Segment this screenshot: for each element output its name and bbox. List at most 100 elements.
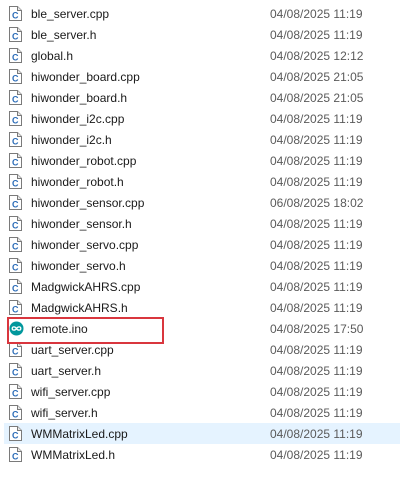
file-row[interactable]: C MadgwickAHRS.cpp 04/08/2025 11:19 — [4, 276, 400, 297]
c-source-file-icon: C — [9, 132, 22, 147]
file-name: global.h — [31, 49, 74, 63]
svg-text:C: C — [12, 31, 19, 41]
file-name: hiwonder_robot.h — [31, 175, 124, 189]
c-source-file-icon: C — [9, 384, 22, 399]
c-source-file-icon: C — [9, 426, 22, 441]
c-source-file-icon: C — [9, 48, 22, 63]
file-name: hiwonder_i2c.cpp — [31, 112, 125, 126]
file-row[interactable]: remote.ino 04/08/2025 17:50 — [4, 318, 400, 339]
file-modified-date: 04/08/2025 11:19 — [270, 406, 363, 420]
file-modified-date: 04/08/2025 11:19 — [270, 217, 363, 231]
c-source-file-icon: C — [9, 300, 22, 315]
svg-text:C: C — [12, 157, 19, 167]
file-modified-date: 04/08/2025 11:19 — [270, 112, 363, 126]
file-name: hiwonder_servo.h — [31, 259, 126, 273]
file-row[interactable]: C hiwonder_servo.cpp 04/08/2025 11:19 — [4, 234, 400, 255]
c-source-file-icon: C — [9, 195, 22, 210]
file-name: uart_server.h — [31, 364, 102, 378]
file-modified-date: 04/08/2025 11:19 — [270, 259, 363, 273]
file-modified-date: 04/08/2025 11:19 — [270, 7, 363, 21]
file-name: WMMatrixLed.cpp — [31, 427, 128, 441]
file-row[interactable]: C hiwonder_board.h 04/08/2025 21:05 — [4, 87, 400, 108]
file-name: uart_server.cpp — [31, 343, 114, 357]
file-row[interactable]: C hiwonder_i2c.cpp 04/08/2025 11:19 — [4, 108, 400, 129]
file-name: WMMatrixLed.h — [31, 448, 116, 462]
svg-text:C: C — [12, 10, 19, 20]
file-name: MadgwickAHRS.h — [31, 301, 128, 315]
svg-text:C: C — [12, 451, 19, 461]
svg-text:C: C — [12, 367, 19, 377]
file-row[interactable]: C MadgwickAHRS.h 04/08/2025 11:19 — [4, 297, 400, 318]
file-row[interactable]: C hiwonder_robot.cpp 04/08/2025 11:19 — [4, 150, 400, 171]
file-name: hiwonder_sensor.h — [31, 217, 132, 231]
c-source-file-icon: C — [9, 111, 22, 126]
file-row[interactable]: C ble_server.cpp 04/08/2025 11:19 — [4, 3, 400, 24]
svg-text:C: C — [12, 115, 19, 125]
svg-text:C: C — [12, 94, 19, 104]
file-row[interactable]: C uart_server.cpp 04/08/2025 11:19 — [4, 339, 400, 360]
c-source-file-icon: C — [9, 447, 22, 462]
file-row[interactable]: C hiwonder_board.cpp 04/08/2025 21:05 — [4, 66, 400, 87]
file-row[interactable]: C wifi_server.cpp 04/08/2025 11:19 — [4, 381, 400, 402]
c-source-file-icon: C — [9, 27, 22, 42]
file-modified-date: 04/08/2025 11:19 — [270, 301, 363, 315]
file-modified-date: 04/08/2025 11:19 — [270, 28, 363, 42]
svg-text:C: C — [12, 52, 19, 62]
file-row[interactable]: C wifi_server.h 04/08/2025 11:19 — [4, 402, 400, 423]
svg-text:C: C — [12, 220, 19, 230]
file-row[interactable]: C hiwonder_sensor.cpp 06/08/2025 18:02 — [4, 192, 400, 213]
file-modified-date: 04/08/2025 21:05 — [270, 70, 364, 84]
svg-text:C: C — [12, 178, 19, 188]
svg-text:C: C — [12, 199, 19, 209]
file-row[interactable]: C hiwonder_robot.h 04/08/2025 11:19 — [4, 171, 400, 192]
svg-text:C: C — [12, 346, 19, 356]
file-name: hiwonder_sensor.cpp — [31, 196, 145, 210]
file-modified-date: 04/08/2025 11:19 — [270, 280, 363, 294]
file-modified-date: 04/08/2025 11:19 — [270, 154, 363, 168]
c-source-file-icon: C — [9, 153, 22, 168]
file-modified-date: 04/08/2025 12:12 — [270, 49, 364, 63]
file-name: hiwonder_board.cpp — [31, 70, 140, 84]
c-source-file-icon: C — [9, 237, 22, 252]
file-row[interactable]: C WMMatrixLed.h 04/08/2025 11:19 — [4, 444, 400, 465]
file-modified-date: 04/08/2025 17:50 — [270, 322, 364, 336]
file-name: hiwonder_robot.cpp — [31, 154, 137, 168]
c-source-file-icon: C — [9, 216, 22, 231]
file-modified-date: 04/08/2025 11:19 — [270, 427, 363, 441]
file-name: ble_server.h — [31, 28, 97, 42]
file-name: hiwonder_servo.cpp — [31, 238, 139, 252]
file-row[interactable]: C hiwonder_servo.h 04/08/2025 11:19 — [4, 255, 400, 276]
svg-text:C: C — [12, 241, 19, 251]
file-modified-date: 04/08/2025 11:19 — [270, 364, 363, 378]
c-source-file-icon: C — [9, 342, 22, 357]
file-list: C ble_server.cpp 04/08/2025 11:19 C ble_… — [0, 0, 400, 481]
arduino-icon — [9, 321, 24, 336]
file-name: remote.ino — [31, 322, 88, 336]
svg-text:C: C — [12, 304, 19, 314]
c-source-file-icon: C — [9, 405, 22, 420]
c-source-file-icon: C — [9, 363, 22, 378]
svg-text:C: C — [12, 388, 19, 398]
c-source-file-icon: C — [9, 258, 22, 273]
file-name: MadgwickAHRS.cpp — [31, 280, 141, 294]
c-source-file-icon: C — [9, 90, 22, 105]
file-modified-date: 04/08/2025 11:19 — [270, 385, 363, 399]
file-row[interactable]: C global.h 04/08/2025 12:12 — [4, 45, 400, 66]
file-modified-date: 06/08/2025 18:02 — [270, 196, 364, 210]
c-source-file-icon: C — [9, 279, 22, 294]
file-row-selected[interactable]: C WMMatrixLed.cpp 04/08/2025 11:19 — [4, 423, 400, 444]
file-row[interactable]: C hiwonder_i2c.h 04/08/2025 11:19 — [4, 129, 400, 150]
svg-text:C: C — [12, 262, 19, 272]
file-name: wifi_server.h — [31, 406, 98, 420]
svg-text:C: C — [12, 430, 19, 440]
file-row[interactable]: C hiwonder_sensor.h 04/08/2025 11:19 — [4, 213, 400, 234]
c-source-file-icon: C — [9, 174, 22, 189]
svg-text:C: C — [12, 136, 19, 146]
svg-text:C: C — [12, 73, 19, 83]
svg-text:C: C — [12, 409, 19, 419]
file-row[interactable]: C uart_server.h 04/08/2025 11:19 — [4, 360, 400, 381]
c-source-file-icon: C — [9, 69, 22, 84]
file-modified-date: 04/08/2025 11:19 — [270, 175, 363, 189]
file-modified-date: 04/08/2025 11:19 — [270, 238, 363, 252]
file-row[interactable]: C ble_server.h 04/08/2025 11:19 — [4, 24, 400, 45]
